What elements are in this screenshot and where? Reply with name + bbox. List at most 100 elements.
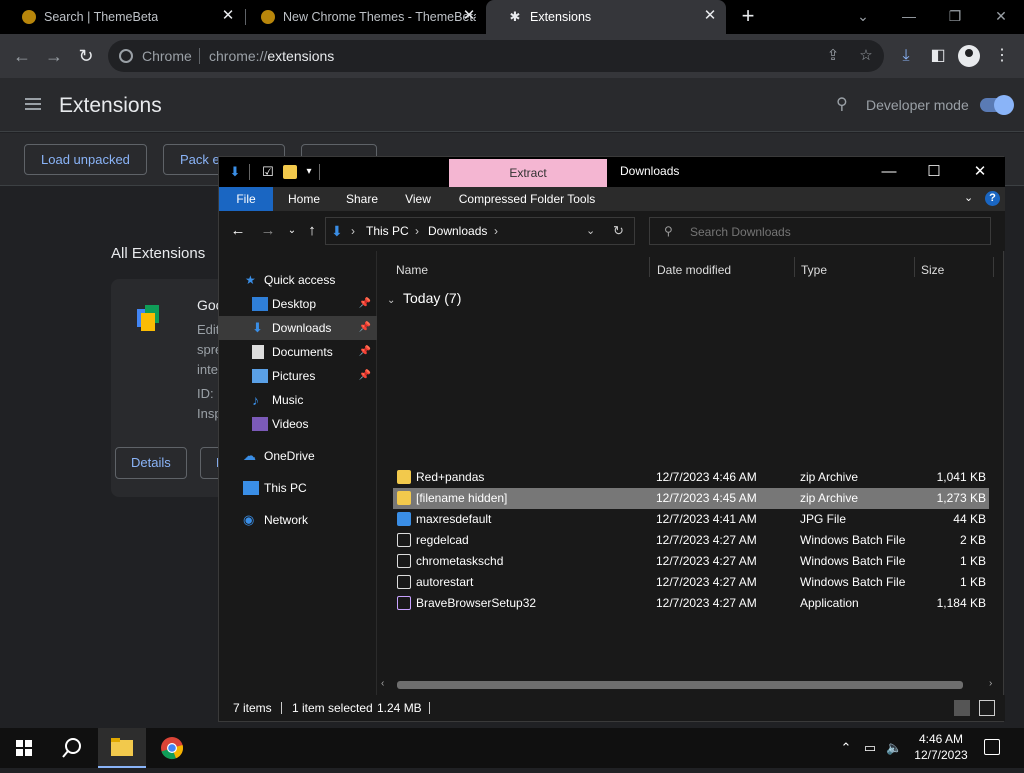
new-tab-button[interactable]: + <box>737 5 759 27</box>
hamburger-menu-icon[interactable] <box>25 98 41 110</box>
scroll-right-arrow-icon[interactable]: › <box>989 678 999 690</box>
new-folder-icon[interactable] <box>283 165 297 179</box>
column-header-date-modified[interactable]: Date modified <box>657 263 731 277</box>
file-row[interactable]: BraveBrowserSetup32 12/7/2023 4:27 AM Appl… <box>393 593 989 614</box>
close-window-button[interactable]: ✕ <box>978 5 1024 27</box>
search-icon[interactable]: ⚲ <box>836 96 854 114</box>
nav-item-desktop[interactable]: Desktop 📌 <box>219 292 377 316</box>
search-downloads-input[interactable] <box>690 224 980 240</box>
ribbon-tab-home[interactable]: Home <box>281 187 327 211</box>
column-header-name[interactable]: Name <box>396 263 428 277</box>
menu-kebab-icon[interactable]: ⋮ <box>991 45 1013 67</box>
minimize-window-button[interactable]: — <box>886 5 932 27</box>
explorer-back-button[interactable]: ← <box>229 223 247 239</box>
breadcrumb-chevron-icon[interactable]: › <box>494 224 498 238</box>
properties-icon[interactable]: ☑ <box>261 164 275 180</box>
ribbon-tab-share[interactable]: Share <box>339 187 385 211</box>
nav-item-videos[interactable]: Videos <box>219 412 377 436</box>
windows-start-icon[interactable] <box>16 740 32 756</box>
file-row[interactable]: regdelcad 12/7/2023 4:27 AM Windows Batch … <box>393 530 989 551</box>
column-header-size[interactable]: Size <box>921 263 944 277</box>
file-row[interactable]: chrometaskschd 12/7/2023 4:27 AM Windows B… <box>393 551 989 572</box>
load-unpacked-button[interactable]: Load unpacked <box>24 144 147 175</box>
column-separator[interactable] <box>794 257 795 277</box>
search-icon[interactable] <box>60 736 84 760</box>
breadcrumb-chevron-icon[interactable]: › <box>415 224 419 238</box>
large-icons-view-icon[interactable] <box>979 700 995 716</box>
details-button[interactable]: Details <box>115 447 187 479</box>
nav-item-downloads[interactable]: ⬇ Downloads 📌 <box>219 316 377 340</box>
refresh-icon[interactable]: ↻ <box>613 223 627 239</box>
nav-item-music[interactable]: ♪ Music <box>219 388 377 412</box>
explorer-forward-button[interactable]: → <box>259 223 277 239</box>
explorer-close-button[interactable]: ✕ <box>957 161 1003 183</box>
recent-locations-chevron-icon[interactable]: ⌄ <box>283 223 301 239</box>
column-separator[interactable] <box>993 257 994 277</box>
nav-item-onedrive[interactable]: ☁ OneDrive <box>219 444 377 468</box>
reload-button[interactable]: ↻ <box>74 44 98 68</box>
file-row[interactable]: Red+pandas 12/7/2023 4:46 AM zip Archive 1,… <box>393 467 989 488</box>
file-row[interactable]: autorestart 12/7/2023 4:27 AM Windows Batc… <box>393 572 989 593</box>
side-panel-icon[interactable]: ◧ <box>927 45 949 67</box>
file-row-selected[interactable]: [filename hidden] 12/7/2023 4:45 AM zip Ar… <box>393 488 989 509</box>
tab-search-themebeta[interactable]: Search | ThemeBeta ✕ <box>0 0 244 34</box>
restore-window-button[interactable]: ❐ <box>932 5 978 27</box>
address-bar[interactable]: Chrome chrome://extensions ⇪ ☆ <box>108 40 884 72</box>
qat-customize-chevron-icon[interactable]: ▾ <box>303 164 315 180</box>
extract-contextual-tab[interactable]: Extract <box>449 159 607 187</box>
tab-title: New Chrome Themes - ThemeBeta <box>283 10 476 24</box>
details-view-icon[interactable] <box>954 700 970 716</box>
breadcrumb-downloads[interactable]: Downloads <box>428 224 487 238</box>
search-downloads-box[interactable]: ⚲ <box>649 217 991 245</box>
address-history-chevron-icon[interactable]: ⌄ <box>586 224 600 238</box>
close-tab-icon[interactable]: ✕ <box>702 8 718 24</box>
tab-search-chevron-icon[interactable]: ⌄ <box>840 5 886 27</box>
back-button[interactable]: ← <box>10 44 34 68</box>
column-header-type[interactable]: Type <box>801 263 827 277</box>
nav-item-pictures[interactable]: Pictures 📌 <box>219 364 377 388</box>
volume-muted-icon[interactable]: 🔈 <box>886 739 902 757</box>
nav-item-this-pc[interactable]: This PC <box>219 476 377 500</box>
group-header-today[interactable]: ⌄ Today (7) <box>387 290 461 306</box>
omnibox-url[interactable]: chrome://extensions <box>209 48 334 64</box>
notification-center-icon[interactable] <box>984 739 1000 755</box>
expand-ribbon-chevron-icon[interactable]: ⌄ <box>964 190 976 206</box>
downloads-icon[interactable]: ⤓ <box>895 45 917 67</box>
explorer-address-row: ← → ⌄ ↑ ⬇ › This PC › Downloads › ⌄ ↻ ⚲ <box>219 211 1005 251</box>
developer-mode-toggle[interactable] <box>980 95 1014 115</box>
nav-item-documents[interactable]: Documents 📌 <box>219 340 377 364</box>
forward-button[interactable]: → <box>42 44 66 68</box>
scrollbar-thumb[interactable] <box>397 681 963 689</box>
column-separator[interactable] <box>649 257 650 277</box>
tab-extensions[interactable]: ✱ Extensions ✕ <box>486 0 726 34</box>
ribbon-tab-compressed-folder-tools[interactable]: Compressed Folder Tools <box>455 187 599 211</box>
breadcrumb-this-pc[interactable]: This PC <box>366 224 409 238</box>
help-icon[interactable]: ? <box>985 191 1000 206</box>
taskbar-clock[interactable]: 4:46 AM 12/7/2023 <box>910 731 972 763</box>
horizontal-scrollbar[interactable]: ‹ › <box>377 677 1003 691</box>
explorer-address-bar[interactable]: ⬇ › This PC › Downloads › ⌄ ↻ <box>325 217 635 245</box>
share-icon[interactable]: ⇪ <box>824 47 842 65</box>
column-separator[interactable] <box>914 257 915 277</box>
nav-item-quick-access[interactable]: ★ Quick access <box>219 268 377 292</box>
explorer-maximize-button[interactable]: ☐ <box>911 161 957 183</box>
qat-separator <box>249 164 250 180</box>
chrome-taskbar-button[interactable] <box>148 728 196 768</box>
file-row[interactable]: maxresdefault 12/7/2023 4:41 AM JPG File 44… <box>393 509 989 530</box>
show-hidden-icons-chevron-icon[interactable]: ⌃ <box>838 739 854 757</box>
profile-avatar[interactable] <box>958 45 980 67</box>
ribbon-tab-view[interactable]: View <box>395 187 441 211</box>
nav-item-network[interactable]: ◉ Network <box>219 508 377 532</box>
explorer-minimize-button[interactable]: — <box>866 161 912 183</box>
tab-new-chrome-themes[interactable]: New Chrome Themes - ThemeBeta ✕ <box>239 0 485 34</box>
scroll-left-arrow-icon[interactable]: ‹ <box>381 678 391 690</box>
close-tab-icon[interactable]: ✕ <box>461 8 477 24</box>
network-icon[interactable]: ▭ <box>862 739 878 757</box>
breadcrumb-chevron-icon[interactable]: › <box>351 224 355 238</box>
close-tab-icon[interactable]: ✕ <box>220 8 236 24</box>
ribbon-tab-file[interactable]: File <box>219 187 273 211</box>
file-explorer-taskbar-button[interactable] <box>98 728 146 768</box>
up-one-level-button[interactable]: ↑ <box>303 223 321 239</box>
bookmark-star-icon[interactable]: ☆ <box>857 47 875 65</box>
computer-icon <box>243 481 259 495</box>
